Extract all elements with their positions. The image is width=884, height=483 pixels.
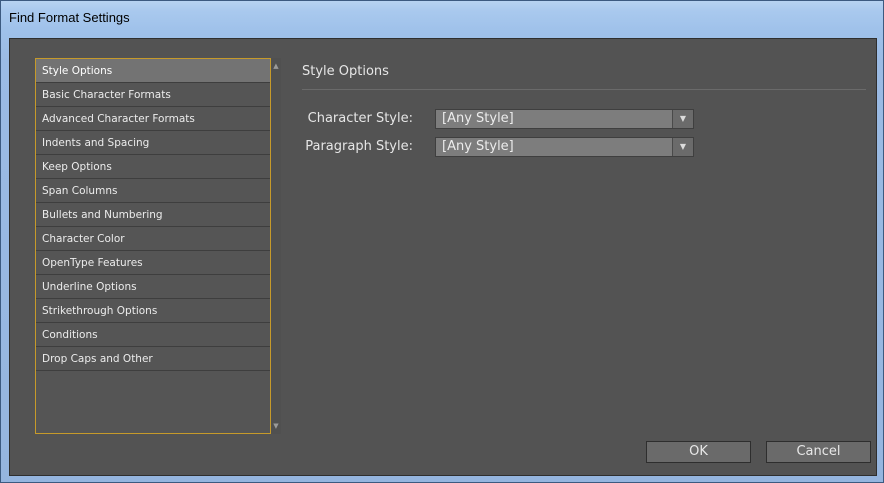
title-bar[interactable]: Find Format Settings [1, 1, 883, 37]
format-category-list: Style Options Basic Character Formats Adva… [35, 58, 271, 434]
list-item[interactable]: Strikethrough Options [36, 299, 270, 323]
category-items: Style Options Basic Character Formats Adva… [36, 59, 270, 371]
scroll-down-icon[interactable]: ▼ [271, 420, 281, 432]
character-style-dropdown[interactable]: [Any Style] ▼ [435, 109, 694, 129]
list-item[interactable]: Style Options [36, 59, 270, 83]
list-item[interactable]: Advanced Character Formats [36, 107, 270, 131]
ok-button[interactable]: OK [646, 441, 751, 463]
section-title: Style Options [302, 64, 389, 79]
cancel-button[interactable]: Cancel [766, 441, 871, 463]
list-item[interactable]: Span Columns [36, 179, 270, 203]
dialog-body: Style Options Basic Character Formats Adva… [9, 38, 877, 476]
chevron-down-icon[interactable]: ▼ [672, 110, 693, 128]
list-item[interactable]: Basic Character Formats [36, 83, 270, 107]
section-divider [302, 89, 866, 90]
list-item[interactable]: Bullets and Numbering [36, 203, 270, 227]
paragraph-style-dropdown[interactable]: [Any Style] ▼ [435, 137, 694, 157]
list-item[interactable]: OpenType Features [36, 251, 270, 275]
list-item[interactable]: Underline Options [36, 275, 270, 299]
window-title: Find Format Settings [9, 10, 130, 25]
chevron-down-icon[interactable]: ▼ [672, 138, 693, 156]
find-format-settings-window: Find Format Settings Style Options Basic … [0, 0, 884, 483]
list-item[interactable]: Drop Caps and Other [36, 347, 270, 371]
list-item[interactable]: Character Color [36, 227, 270, 251]
list-item[interactable]: Indents and Spacing [36, 131, 270, 155]
paragraph-style-label: Paragraph Style: [305, 139, 413, 154]
list-item[interactable]: Keep Options [36, 155, 270, 179]
character-style-value: [Any Style] [442, 111, 514, 126]
list-item[interactable]: Conditions [36, 323, 270, 347]
paragraph-style-value: [Any Style] [442, 139, 514, 154]
scroll-up-icon[interactable]: ▲ [271, 60, 281, 72]
character-style-label: Character Style: [307, 111, 413, 126]
list-scrollbar[interactable]: ▲ ▼ [271, 58, 281, 434]
